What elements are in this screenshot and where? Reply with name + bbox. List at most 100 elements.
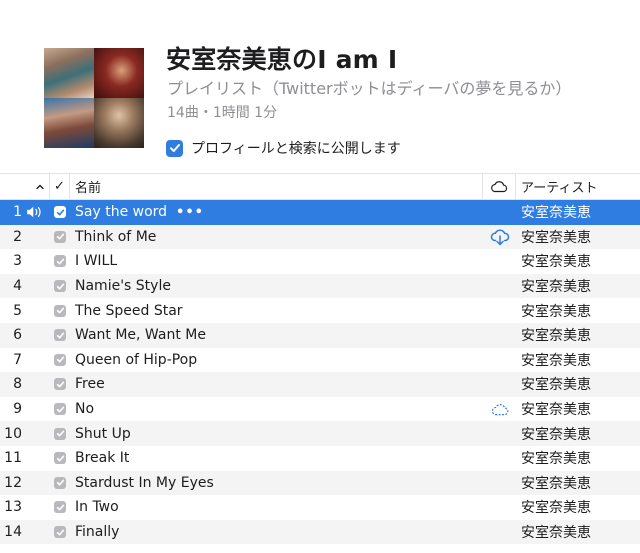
- track-row[interactable]: 1 Say the word ••• 安室奈美恵: [0, 200, 640, 225]
- more-options-button[interactable]: •••: [176, 205, 204, 220]
- playlist-artwork[interactable]: [44, 48, 144, 148]
- checkbox-box[interactable]: [54, 353, 66, 366]
- playlist-header: 安室奈美恵のI am I プレイリスト（Twitterボットはディーバの夢を見る…: [0, 0, 640, 172]
- now-playing-speaker[interactable]: [24, 200, 46, 225]
- track-checkbox[interactable]: [52, 274, 68, 299]
- track-name-cell[interactable]: Stardust In My Eyes: [75, 471, 475, 496]
- playlist-title[interactable]: 安室奈美恵のI am I: [166, 40, 397, 76]
- cloud-status-cell: [486, 274, 514, 299]
- track-row[interactable]: 9 No 安室奈美恵: [0, 397, 640, 422]
- track-checkbox[interactable]: [52, 200, 68, 225]
- track-checkbox[interactable]: [52, 372, 68, 397]
- cloud-waiting-icon: [491, 403, 509, 415]
- track-artist: 安室奈美恵: [521, 525, 591, 542]
- checkbox-box[interactable]: [54, 230, 66, 243]
- track-row[interactable]: 4 Namie's Style 安室奈美恵: [0, 273, 640, 299]
- track-name-cell[interactable]: Queen of Hip-Pop: [75, 348, 475, 373]
- track-checkbox[interactable]: [52, 249, 68, 274]
- checkmark-icon: [56, 430, 64, 437]
- sort-column-header[interactable]: [30, 174, 50, 199]
- checkbox-box[interactable]: [54, 452, 66, 465]
- track-row[interactable]: 5 The Speed Star 安室奈美恵: [0, 298, 640, 323]
- track-checkbox[interactable]: [52, 446, 68, 471]
- track-checkbox[interactable]: [52, 471, 68, 496]
- checkbox-box[interactable]: [54, 403, 66, 416]
- track-number: 5: [13, 302, 22, 319]
- track-checkbox[interactable]: [52, 323, 68, 348]
- track-artist: 安室奈美恵: [521, 303, 591, 320]
- track-checkbox[interactable]: [52, 520, 68, 545]
- cloud-status-cell[interactable]: [486, 225, 514, 250]
- checkbox-box[interactable]: [54, 526, 66, 539]
- cloud-status-cell: [486, 421, 514, 446]
- track-artist: 安室奈美恵: [521, 229, 591, 246]
- track-name-cell[interactable]: Shut Up: [75, 421, 475, 446]
- track-checkbox[interactable]: [52, 421, 68, 446]
- track-row[interactable]: 7 Queen of Hip-Pop 安室奈美恵: [0, 348, 640, 373]
- track-artist: 安室奈美恵: [521, 475, 591, 492]
- checkbox-box[interactable]: [54, 206, 66, 219]
- publish-checkbox[interactable]: [166, 139, 183, 157]
- playlist-meta: 14曲・1時間 1分: [167, 105, 278, 121]
- checkbox-box[interactable]: [54, 378, 66, 391]
- checkbox-box[interactable]: [54, 501, 66, 514]
- checkbox-box[interactable]: [54, 255, 66, 268]
- track-row[interactable]: 13 In Two 安室奈美恵: [0, 495, 640, 520]
- track-name-cell[interactable]: No: [75, 397, 475, 422]
- artist-column-header[interactable]: アーティスト: [516, 174, 640, 199]
- publish-option[interactable]: プロフィールと検索に公開します: [166, 138, 401, 158]
- checkmark-icon: [56, 529, 64, 536]
- track-name-cell[interactable]: Free: [75, 372, 475, 397]
- track-checkbox[interactable]: [52, 397, 68, 422]
- track-row[interactable]: 11 Break It 安室奈美恵: [0, 446, 640, 471]
- track-artist: 安室奈美恵: [521, 352, 591, 369]
- track-number: 3: [13, 253, 22, 270]
- track-checkbox[interactable]: [52, 495, 68, 520]
- cloud-status-cell[interactable]: [486, 397, 514, 422]
- table-header: ✓ 名前 アーティスト: [0, 173, 640, 200]
- track-row[interactable]: 12 Stardust In My Eyes 安室奈美恵: [0, 470, 640, 496]
- checkbox-box[interactable]: [54, 280, 66, 293]
- name-column-header[interactable]: 名前: [70, 174, 483, 199]
- track-row[interactable]: 2 Think of Me 安室奈美恵: [0, 224, 640, 250]
- track-name-cell[interactable]: Think of Me: [75, 225, 475, 250]
- track-row[interactable]: 8 Free 安室奈美恵: [0, 372, 640, 397]
- track-row[interactable]: 6 Want Me, Want Me 安室奈美恵: [0, 322, 640, 348]
- checkmark-icon: [56, 504, 64, 511]
- track-number: 13: [4, 499, 22, 516]
- track-name-cell[interactable]: Want Me, Want Me: [75, 323, 475, 348]
- track-artist: 安室奈美恵: [521, 426, 591, 443]
- track-row[interactable]: 14 Finally 安室奈美恵: [0, 519, 640, 545]
- cloud-column-header[interactable]: [483, 174, 516, 199]
- checkmark-icon: [56, 479, 64, 486]
- track-row[interactable]: 10 Shut Up 安室奈美恵: [0, 421, 640, 446]
- track-checkbox[interactable]: [52, 348, 68, 373]
- track-name-cell[interactable]: Say the word •••: [75, 200, 475, 225]
- track-artist: 安室奈美恵: [521, 377, 591, 394]
- track-name-cell[interactable]: I WILL: [75, 249, 475, 274]
- checkbox-box[interactable]: [54, 427, 66, 440]
- check-column-header[interactable]: ✓: [50, 174, 70, 199]
- track-number: 11: [4, 450, 22, 467]
- cloud-status-cell: [486, 298, 514, 323]
- track-checkbox[interactable]: [52, 298, 68, 323]
- checkbox-box[interactable]: [54, 329, 66, 342]
- track-name-cell[interactable]: In Two: [75, 495, 475, 520]
- checkbox-box[interactable]: [54, 476, 66, 489]
- checkmark-icon: [169, 144, 180, 152]
- track-name-cell[interactable]: Break It: [75, 446, 475, 471]
- cloud-status-cell: [486, 520, 514, 545]
- track-name: In Two: [75, 499, 119, 516]
- track-name: Queen of Hip-Pop: [75, 351, 198, 368]
- track-name-cell[interactable]: Namie's Style: [75, 274, 475, 299]
- playlist-subtitle: プレイリスト（Twitterボットはディーバの夢を見るか）: [167, 79, 572, 98]
- track-name-cell[interactable]: Finally: [75, 520, 475, 545]
- track-name-cell[interactable]: The Speed Star: [75, 298, 475, 323]
- track-row[interactable]: 3 I WILL 安室奈美恵: [0, 249, 640, 274]
- cloud-status-cell: [486, 200, 514, 225]
- track-checkbox[interactable]: [52, 225, 68, 250]
- checkmark-icon: [56, 332, 64, 339]
- checkmark-icon: [56, 356, 64, 363]
- track-name: Think of Me: [75, 228, 157, 245]
- checkbox-box[interactable]: [54, 304, 66, 317]
